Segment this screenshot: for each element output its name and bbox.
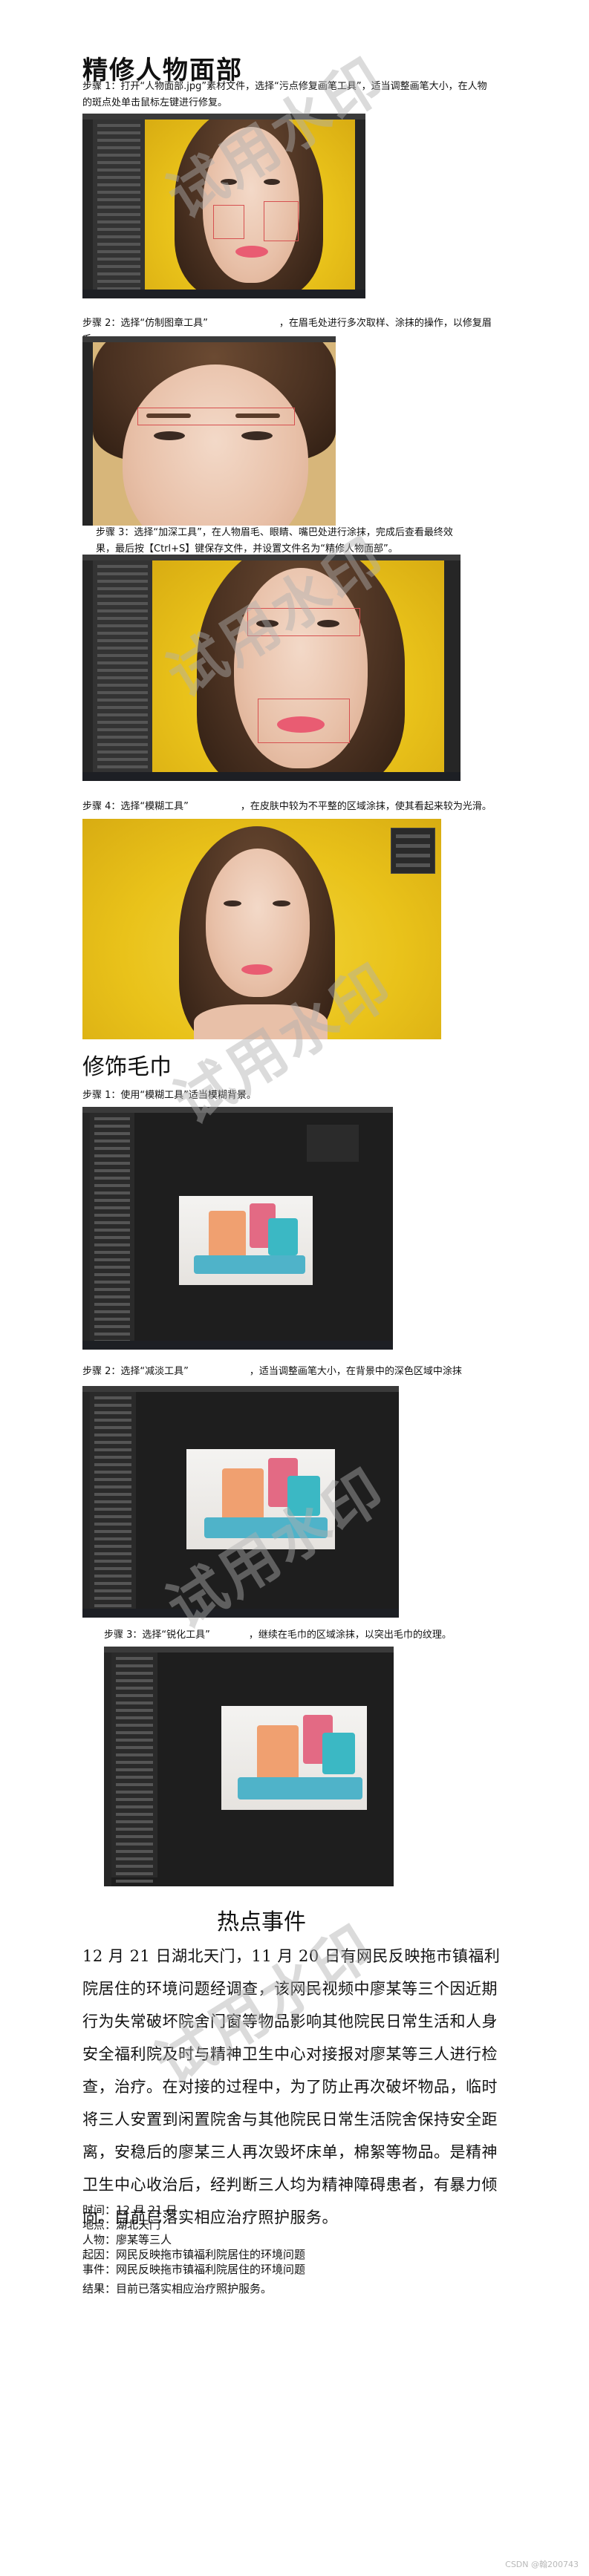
towel-step2-text-a: 步骤 2：选择“减淡工具” <box>82 1366 189 1377</box>
face-step4-text-a: 步骤 4：选择“模糊工具” <box>82 801 189 812</box>
news-meta-people: 人物：廖某等三人 <box>82 2233 172 2246</box>
towel-step3-screenshot <box>104 1647 394 1886</box>
news-meta-event: 事件：网民反映拖市镇福利院居住的环境问题 <box>82 2263 306 2276</box>
news-title: 热点事件 <box>217 1909 306 1935</box>
towel-step2-text-b: ，适当调整画笔大小，在背景中的深色区域中涂抹 <box>249 1366 462 1377</box>
towel-step3-text-b: ，继续在毛巾的区域涂抹，以突出毛巾的纹理。 <box>248 1629 452 1641</box>
footer-stamp: CSDN @翰200743 <box>505 2560 579 2569</box>
news-meta-time: 时间：12 月 21 日 <box>82 2203 178 2217</box>
towel-step1-screenshot <box>82 1107 393 1350</box>
news-meta: 时间：12 月 21 日 地点：湖北天门 人物：廖某等三人 起因：网民反映拖市镇… <box>82 2203 498 2296</box>
section-title-towel: 修饰毛巾 <box>82 1054 172 1080</box>
face-step2-screenshot <box>82 336 336 526</box>
face-step3-text: 步骤 3：选择“加深工具”，在人物眉毛、眼睛、嘴巴处进行涂抹，完成后查看最终效果… <box>96 527 453 555</box>
news-meta-cause: 起因：网民反映拖市镇福利院居住的环境问题 <box>82 2248 306 2261</box>
face-step4-text: 步骤 4：选择“模糊工具” ，在皮肤中较为不平整的区域涂抹，使其看起来较为光滑。 <box>82 799 498 815</box>
face-step4-text-b: ，在皮肤中较为不平整的区域涂抹，使其看起来较为光滑。 <box>240 801 492 812</box>
news-meta-result: 结果：目前已落实相应治疗照护服务。 <box>82 2282 273 2295</box>
towel-step3-text: 步骤 3：选择“锐化工具” ，继续在毛巾的区域涂抹，以突出毛巾的纹理。 <box>104 1627 490 1644</box>
face-step2-text-a: 步骤 2：选择“仿制图章工具” <box>82 318 208 329</box>
news-meta-place: 地点：湖北天门 <box>82 2218 161 2232</box>
layers-mini-panel <box>391 828 435 874</box>
towel-step2-text: 步骤 2：选择“减淡工具” ，适当调整画笔大小，在背景中的深色区域中涂抹 <box>82 1364 498 1380</box>
